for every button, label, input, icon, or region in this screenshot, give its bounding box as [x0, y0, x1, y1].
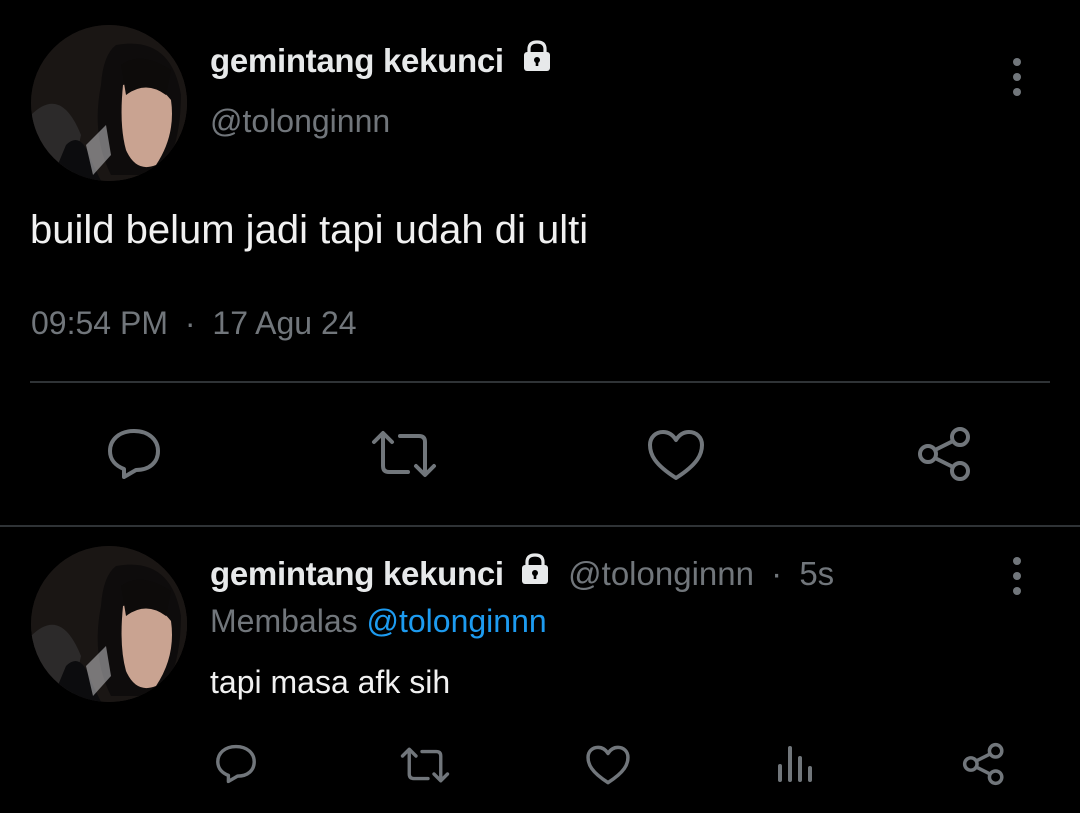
reply-tweet-text: tapi masa afk sih — [210, 664, 451, 700]
share-icon[interactable] — [914, 423, 976, 485]
reply-more-menu-icon[interactable] — [1002, 557, 1032, 595]
main-more-menu-icon[interactable] — [1002, 58, 1032, 96]
retweet-icon[interactable] — [398, 745, 452, 785]
lock-icon — [513, 553, 553, 595]
tweet-separator — [0, 525, 1080, 527]
reply-display-name[interactable]: gemintang kekunci — [210, 555, 504, 592]
tweet-date: 17 Agu 24 — [212, 305, 357, 341]
reply-separator: · — [771, 555, 783, 592]
main-handle[interactable]: @tolonginnn — [210, 103, 390, 140]
reply-header: gemintang kekunci @tolonginnn · 5s — [210, 553, 834, 595]
reply-icon[interactable] — [103, 425, 165, 483]
reply-icon[interactable] — [212, 742, 260, 786]
display-name-text: gemintang kekunci — [210, 42, 504, 79]
lock-icon — [513, 40, 555, 82]
main-tweet-text: build belum jadi tapi udah di ulti — [30, 208, 589, 252]
like-icon[interactable] — [646, 428, 706, 482]
main-display-name[interactable]: gemintang kekunci — [210, 40, 555, 82]
reply-avatar[interactable] — [31, 546, 187, 702]
like-icon[interactable] — [585, 744, 631, 786]
retweet-icon[interactable] — [368, 428, 440, 480]
replying-label: Membalas — [210, 603, 358, 639]
reply-handle[interactable]: @tolonginnn — [568, 555, 754, 592]
replying-mention[interactable]: @tolonginnn — [367, 603, 547, 639]
replying-to: Membalas @tolonginnn — [210, 603, 547, 640]
main-tweet-timestamp[interactable]: 09:54 PM · 17 Agu 24 — [31, 305, 357, 342]
reply-age[interactable]: 5s — [799, 555, 834, 592]
views-icon[interactable] — [776, 744, 816, 784]
main-avatar[interactable] — [31, 25, 187, 181]
meta-separator: · — [184, 305, 196, 341]
share-icon[interactable] — [960, 740, 1008, 788]
main-divider — [30, 381, 1050, 383]
tweet-time: 09:54 PM — [31, 305, 168, 341]
